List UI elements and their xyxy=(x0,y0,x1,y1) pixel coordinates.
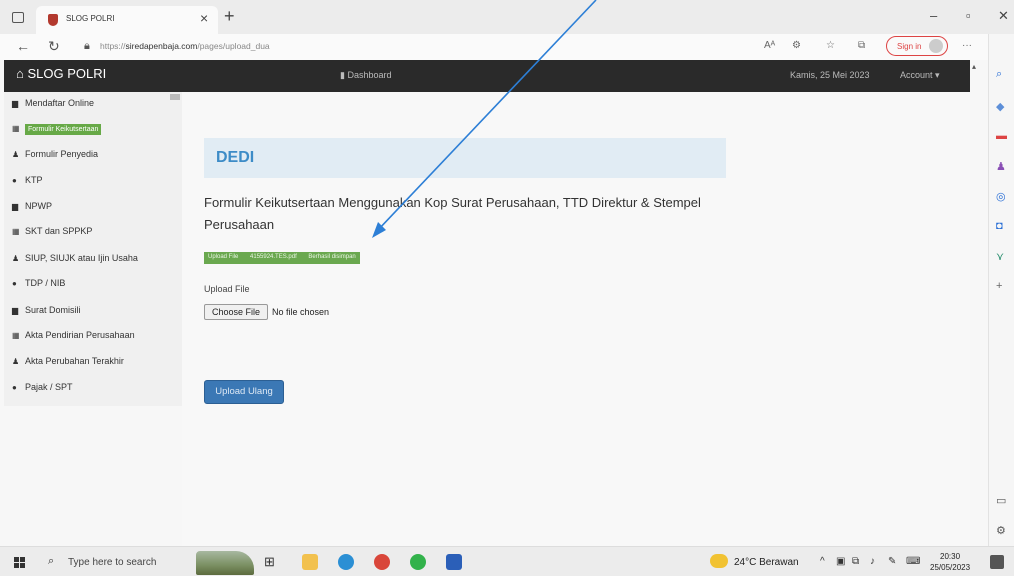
weather-icon[interactable] xyxy=(710,554,728,568)
search-highlight-image[interactable] xyxy=(196,551,254,575)
arrow-shaft xyxy=(377,0,597,231)
keyboard-icon[interactable]: ⌨ xyxy=(906,556,920,567)
annotation-arrow xyxy=(372,0,597,238)
volume-icon[interactable]: ♪ xyxy=(870,556,875,567)
edge-icon[interactable] xyxy=(338,554,354,570)
clock-time: 20:30 xyxy=(940,552,961,561)
windows-start-icon[interactable] xyxy=(14,557,26,569)
pen-icon[interactable]: ✎ xyxy=(888,556,896,567)
weather-text[interactable]: 24°C Berawan xyxy=(734,557,799,568)
notification-icon[interactable] xyxy=(990,555,1004,569)
taskbar-search[interactable]: Type here to search xyxy=(68,557,156,568)
task-view-icon[interactable]: ⊞ xyxy=(264,554,280,570)
word-icon[interactable] xyxy=(446,554,462,570)
windows-taskbar: ⌕ Type here to search ⊞ 24°C Berawan ^ ▣… xyxy=(0,546,1014,576)
tray-app-icon[interactable]: ▣ xyxy=(836,556,845,567)
whatsapp-icon[interactable] xyxy=(410,554,426,570)
search-icon[interactable]: ⌕ xyxy=(48,555,54,568)
tray-chevron-icon[interactable]: ^ xyxy=(820,556,825,567)
file-explorer-icon[interactable] xyxy=(302,554,318,570)
browser-window: SLOG POLRI × + – ▫ ✕ ← ↻ 🔒︎ https://sire… xyxy=(0,0,1014,576)
app-icon[interactable] xyxy=(374,554,390,570)
system-clock[interactable]: 20:30 25/05/2023 xyxy=(930,551,970,573)
clock-date: 25/05/2023 xyxy=(930,563,971,572)
network-icon[interactable]: ⧉ xyxy=(852,556,859,567)
